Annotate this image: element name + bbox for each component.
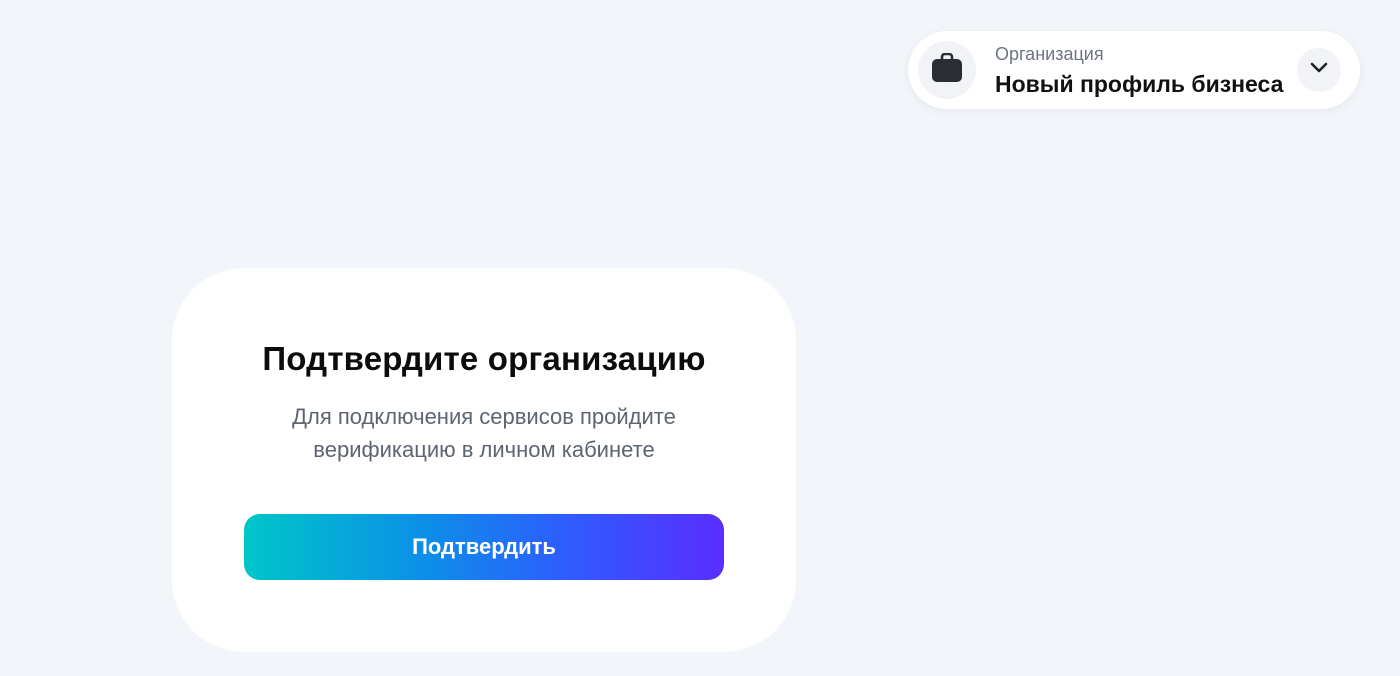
organization-text: Организация Новый профиль бизнеса (995, 43, 1283, 99)
organization-name: Новый профиль бизнеса (995, 71, 1284, 97)
verification-card: Подтвердите организацию Для подключения … (172, 268, 796, 652)
organization-dropdown-button[interactable] (1297, 48, 1341, 92)
organization-avatar (918, 41, 976, 99)
page: Организация Новый профиль бизнеса Подтве… (0, 0, 1400, 676)
verification-title: Подтвердите организацию (262, 340, 706, 377)
confirm-button[interactable]: Подтвердить (244, 514, 724, 580)
briefcase-icon (931, 52, 963, 88)
verification-description: Для подключения сервисов пройдите верифи… (292, 404, 676, 462)
chevron-down-icon (1310, 61, 1328, 79)
organization-switcher[interactable]: Организация Новый профиль бизнеса (908, 31, 1360, 109)
organization-label: Организация (995, 44, 1104, 64)
